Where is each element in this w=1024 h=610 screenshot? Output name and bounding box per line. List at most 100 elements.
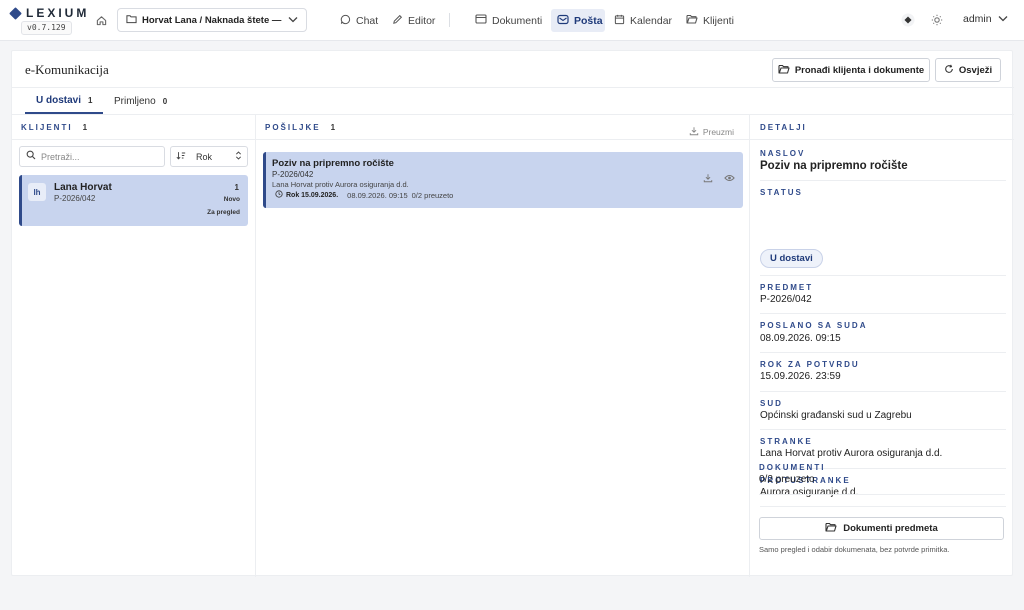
download-button[interactable]: Preuzmi [689, 126, 734, 138]
calendar-icon [614, 14, 625, 28]
new-badge: Novo [223, 196, 240, 203]
tab-label: U dostavi [36, 94, 82, 106]
client-item-count: 1 [234, 183, 239, 192]
message-meta: Rok 15.09.2026. 08.09.2026. 09:15 0/2 pr… [275, 190, 453, 200]
client-case-number: P-2026/042 [54, 194, 96, 203]
message-sent-time: 08.09.2026. 09:15 [347, 190, 408, 200]
nav-clients-label: Klijenti [703, 14, 734, 27]
client-search-input[interactable] [41, 151, 151, 162]
user-menu[interactable]: admin [963, 13, 1008, 25]
messages-count: 1 [330, 123, 336, 132]
section-divider [256, 139, 750, 140]
nav-chat-label: Chat [356, 14, 379, 27]
find-client-button[interactable]: Pronađi klijenta i dokumente [772, 58, 930, 82]
refresh-icon [944, 64, 954, 77]
details-heading-label: DETALJI [760, 123, 807, 132]
nav-editor[interactable]: Editor [386, 9, 441, 32]
status-badge: U dostavi [760, 249, 823, 268]
sort-icon [176, 151, 186, 162]
pencil-icon [392, 14, 403, 28]
review-badge: Za pregled [207, 209, 240, 216]
home-icon[interactable] [94, 13, 108, 27]
clients-column: KLIJENTI 1 Rok lh Lana Horvat P-2026/042… [12, 115, 256, 577]
client-list-item[interactable]: lh Lana Horvat P-2026/042 1 Novo Za preg… [19, 175, 248, 226]
section-divider [12, 139, 256, 140]
detail-divider [760, 429, 1006, 430]
message-case-number: P-2026/042 [272, 170, 314, 179]
clients-heading-label: KLIJENTI [21, 123, 73, 132]
detail-divider [760, 180, 1006, 181]
top-bar: LEXIUM v0.7.129 Horvat Lana / Naknada št… [0, 0, 1024, 41]
sun-icon[interactable] [930, 13, 944, 27]
search-icon [26, 150, 36, 163]
diamond-theme-icon[interactable] [901, 13, 915, 27]
messages-heading: POŠILJKE 1 [265, 123, 335, 132]
download-icon [689, 126, 699, 138]
chevron-down-icon [288, 15, 298, 26]
tab-count: 1 [88, 95, 93, 105]
subject-value: Poziv na pripremno ročište [760, 160, 908, 172]
case-documents-button-label: Dokumenti predmeta [843, 523, 938, 534]
nav-calendar[interactable]: Kalendar [608, 9, 678, 32]
eye-icon[interactable] [721, 170, 737, 186]
documents-value: 0/2 preuzeto [759, 474, 815, 485]
deadline-chip: Rok 15.09.2026. [275, 190, 338, 200]
user-name: admin [963, 13, 992, 25]
nav-documents[interactable]: Dokumenti [469, 9, 548, 32]
detail-divider [760, 313, 1006, 314]
subject-label: NASLOV [760, 149, 806, 158]
case-label: PREDMET [760, 283, 814, 292]
case-selector[interactable]: Horvat Lana / Naknada štete — ... [117, 8, 307, 32]
documents-label: DOKUMENTI [759, 463, 826, 472]
logo-text: LEXIUM [26, 6, 90, 20]
nav-documents-label: Dokumenti [492, 14, 543, 27]
nav-clients[interactable]: Klijenti [680, 9, 740, 32]
page-title: e-Komunikacija [25, 62, 109, 77]
tab-received[interactable]: Primljeno 0 [103, 88, 178, 114]
case-value: P-2026/042 [760, 294, 812, 305]
mail-icon [557, 14, 569, 28]
avatar: lh [28, 183, 46, 201]
detail-divider [760, 352, 1006, 353]
court-label: SUD [760, 399, 783, 408]
tab-label: Primljeno [114, 95, 156, 107]
updown-chevron-icon [235, 151, 242, 162]
message-title: Poziv na pripremno ročište [272, 158, 394, 169]
message-downloaded: 0/2 preuzeto [411, 190, 454, 200]
tab-in-delivery[interactable]: U dostavi 1 [25, 88, 104, 114]
parties-label: STRANKE [760, 437, 813, 446]
download-icon[interactable] [700, 170, 716, 186]
message-list-item[interactable]: Poziv na pripremno ročište P-2026/042 La… [263, 152, 743, 208]
refresh-button-label: Osvježi [958, 64, 993, 76]
status-label: STATUS [760, 188, 803, 197]
find-client-button-label: Pronađi klijenta i dokumente [794, 64, 925, 76]
client-search-field[interactable] [19, 146, 165, 167]
deadline-label: ROK ZA POTVRDU [760, 360, 860, 369]
nav-divider [449, 13, 450, 27]
message-parties: Lana Horvat protiv Aurora osiguranja d.d… [272, 180, 409, 189]
sort-select-value: Rok [196, 151, 213, 162]
details-heading: DETALJI [760, 123, 807, 132]
detail-divider [759, 494, 1005, 495]
deadline-value: 15.09.2026. 23:59 [760, 371, 841, 382]
court-value: Općinski građanski sud u Zagrebu [760, 410, 912, 421]
app-logo[interactable]: LEXIUM [9, 6, 90, 20]
nav-editor-label: Editor [408, 14, 436, 27]
version-badge: v0.7.129 [21, 21, 72, 35]
chat-icon [340, 14, 351, 28]
refresh-button[interactable]: Osvježi [935, 58, 1001, 82]
detail-divider [760, 391, 1006, 392]
download-button-label: Preuzmi [702, 127, 734, 137]
deadline-text: Rok 15.09.2026. [286, 191, 339, 199]
nav-chat[interactable]: Chat [334, 9, 384, 32]
sort-select[interactable]: Rok [170, 146, 248, 167]
chevron-down-icon [998, 13, 1008, 25]
case-documents-button[interactable]: Dokumenti predmeta [759, 517, 1004, 540]
nav-mail[interactable]: Pošta [551, 9, 605, 32]
nav-calendar-label: Kalendar [630, 14, 673, 27]
client-name: Lana Horvat [54, 182, 112, 193]
folder-icon [126, 14, 137, 27]
section-divider [750, 139, 1014, 140]
sent-value: 08.09.2026. 09:15 [760, 333, 841, 344]
detail-divider [760, 275, 1006, 276]
